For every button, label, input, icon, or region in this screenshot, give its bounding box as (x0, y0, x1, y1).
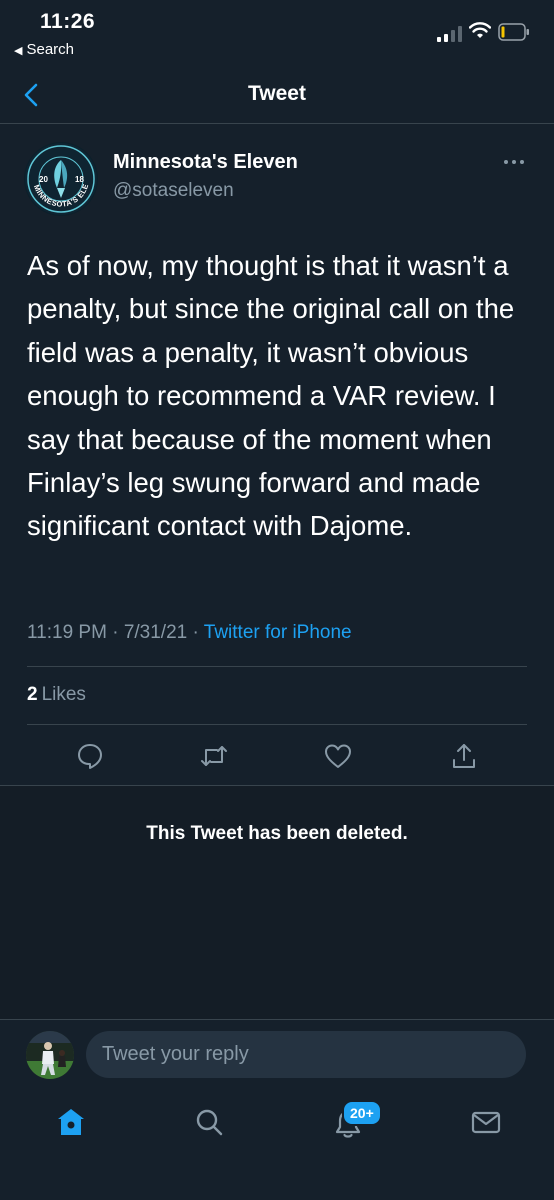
battery-icon (498, 23, 529, 41)
meta-separator: · (192, 622, 204, 643)
signal-icon (437, 26, 462, 42)
tweet-meta: 11:19 PM · 7/31/21 · Twitter for iPhone (27, 622, 352, 644)
back-app-label: Search (26, 41, 74, 58)
back-triangle-icon: ◀ (14, 45, 23, 57)
likes-count: 2 (27, 684, 38, 705)
tweet-text: As of now, my thought is that it wasn’t … (27, 250, 515, 542)
deleted-tweet-section (0, 786, 554, 1020)
more-icon[interactable] (502, 158, 526, 166)
author-name[interactable]: Minnesota's Eleven (113, 151, 298, 174)
user-photo (26, 1031, 74, 1079)
tweet-source-link[interactable]: Twitter for iPhone (204, 622, 352, 643)
deleted-tweet-message: This Tweet has been deleted. (146, 823, 408, 844)
share-icon[interactable] (449, 741, 479, 771)
likes-link[interactable]: 2 Likes (27, 684, 86, 706)
likes-divider (27, 724, 527, 725)
reply-placeholder: Tweet your reply (102, 1043, 249, 1065)
header-divider (0, 123, 554, 124)
logo-year-left: 20 (39, 175, 48, 184)
like-icon[interactable] (323, 741, 353, 771)
wifi-icon (469, 22, 491, 38)
reply-icon[interactable] (75, 741, 105, 771)
minnesotas-eleven-logo: 20 18 MINNESOTA'S ELEVEN (24, 142, 97, 215)
notifications-badge: 20+ (342, 1100, 382, 1126)
reply-divider (0, 1019, 554, 1020)
author-avatar[interactable]: 20 18 MINNESOTA'S ELEVEN (24, 142, 98, 216)
home-icon[interactable] (55, 1106, 87, 1138)
meta-separator: · (112, 622, 124, 643)
status-time: 11:26 (40, 10, 96, 33)
tweet-time: 11:19 PM (27, 622, 107, 643)
logo-year-right: 18 (75, 175, 84, 184)
page-title: Tweet (248, 82, 306, 105)
messages-icon[interactable] (470, 1106, 502, 1138)
meta-divider (27, 666, 527, 667)
tweet-date: 7/31/21 (123, 622, 188, 643)
search-icon[interactable] (193, 1106, 225, 1138)
author-handle[interactable]: @sotaseleven (113, 180, 234, 202)
likes-label: Likes (41, 684, 86, 705)
back-to-app-link[interactable]: ◀ Search (14, 41, 74, 58)
retweet-icon[interactable] (199, 741, 229, 771)
user-avatar[interactable] (26, 1031, 74, 1079)
